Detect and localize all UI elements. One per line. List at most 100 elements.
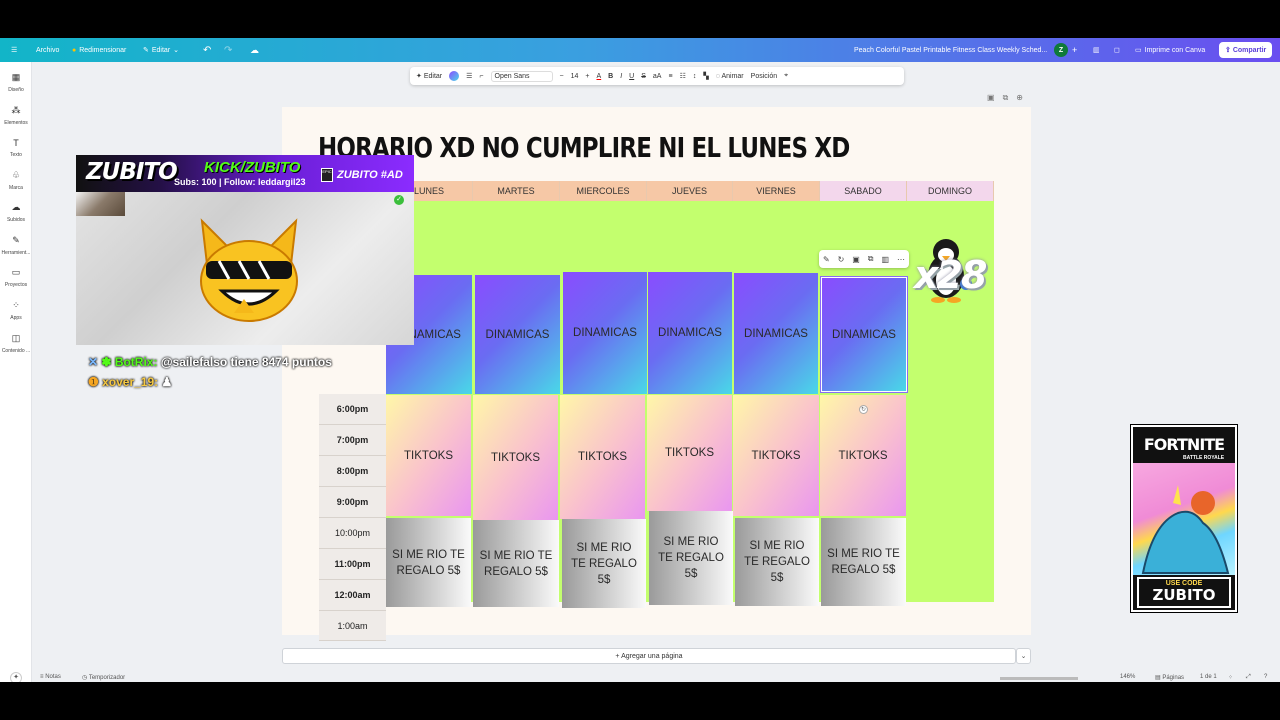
- strikethrough-icon[interactable]: S: [641, 73, 646, 80]
- font-select[interactable]: Open Sans: [490, 70, 553, 82]
- list-icon[interactable]: ☷: [680, 72, 686, 80]
- duplicate-icon[interactable]: ⧉: [1003, 93, 1009, 103]
- avatar-initial: Z: [1054, 43, 1068, 57]
- rail-design[interactable]: ▦ Diseño: [0, 72, 32, 93]
- rotate-handle-icon[interactable]: ↻: [859, 405, 868, 414]
- rail-apps[interactable]: ⁘ Apps: [0, 300, 32, 321]
- help-icon[interactable]: ?: [1264, 674, 1267, 680]
- paint-format-icon[interactable]: ⌖: [784, 72, 788, 80]
- block-dinamicas[interactable]: DINAMICAS: [563, 272, 647, 394]
- case-icon[interactable]: aA: [653, 73, 662, 80]
- block-tiktoks[interactable]: TIKTOKS: [560, 395, 645, 519]
- bold-icon[interactable]: B: [608, 73, 613, 80]
- time-label[interactable]: 9:00pm: [319, 487, 386, 518]
- more-icon[interactable]: ⋯: [897, 255, 905, 264]
- rotate-icon[interactable]: ↻: [838, 255, 845, 264]
- day-header-martes[interactable]: MARTES: [473, 181, 560, 201]
- rail-content[interactable]: ◫ Contenido ...: [0, 333, 32, 354]
- redo-icon[interactable]: ↷: [224, 38, 232, 62]
- block-si-me-rio[interactable]: SI ME RIO TE REGALO 5$: [386, 518, 471, 607]
- rail-brand[interactable]: ♧ Marca: [0, 170, 32, 191]
- lock-icon[interactable]: ▣: [852, 255, 860, 264]
- time-label[interactable]: 6:00pm: [319, 394, 386, 425]
- analytics-icon[interactable]: ▥: [1093, 38, 1100, 62]
- undo-icon[interactable]: ↶: [203, 38, 211, 62]
- block-dinamicas[interactable]: DINAMICAS: [475, 275, 560, 394]
- lock-icon[interactable]: ▣: [987, 93, 995, 103]
- rail-text[interactable]: T Texto: [0, 138, 32, 158]
- zoom-slider[interactable]: [1000, 677, 1078, 680]
- rail-uploads[interactable]: ☁ Subidos: [0, 202, 32, 223]
- rail-elements[interactable]: ⁂ Elementos: [0, 105, 32, 126]
- share-button[interactable]: ⇪ Compartir: [1219, 38, 1273, 62]
- user-avatar[interactable]: Z: [1054, 38, 1068, 62]
- day-header-sabado[interactable]: SABADO: [820, 181, 907, 201]
- transparency-icon[interactable]: ▚: [703, 72, 708, 80]
- day-header-jueves[interactable]: JUEVES: [647, 181, 733, 201]
- document-title[interactable]: Peach Colorful Pastel Printable Fitness …: [854, 38, 1047, 62]
- edit-menu[interactable]: ✎ Editar ⌄: [143, 38, 179, 62]
- font-increase-icon[interactable]: +: [585, 73, 589, 80]
- zoom-level[interactable]: 146%: [1120, 674, 1135, 680]
- fullscreen-icon[interactable]: ⤢: [1246, 674, 1251, 681]
- corner-icon[interactable]: ⌐: [479, 73, 483, 80]
- day-header-miercoles[interactable]: MIERCOLES: [560, 181, 647, 201]
- grid-view-icon[interactable]: ⁘: [1228, 674, 1233, 681]
- menu-file[interactable]: Archivo: [36, 38, 59, 62]
- add-page-button[interactable]: + Agregar una página: [282, 648, 1016, 664]
- notes-button[interactable]: ≡ Notas: [40, 674, 61, 680]
- add-collaborator-icon[interactable]: +: [1072, 38, 1077, 62]
- hamburger-icon[interactable]: ☰: [11, 38, 17, 62]
- position-button[interactable]: Posición: [751, 73, 777, 80]
- rail-tools[interactable]: ✎ Herramient...: [0, 235, 32, 256]
- day-header-domingo[interactable]: DOMINGO: [907, 181, 994, 201]
- block-si-me-rio[interactable]: SI ME RIO TE REGALO 5$: [473, 520, 559, 607]
- block-dinamicas[interactable]: DINAMICAS: [648, 272, 732, 394]
- time-label[interactable]: 1:00am: [319, 611, 386, 641]
- time-label[interactable]: 7:00pm: [319, 425, 386, 456]
- time-label[interactable]: 10:00pm: [319, 518, 386, 549]
- time-label[interactable]: 8:00pm: [319, 456, 386, 487]
- font-decrease-icon[interactable]: −: [560, 73, 564, 80]
- block-dinamicas[interactable]: DINAMICAS: [734, 273, 818, 394]
- time-label[interactable]: 12:00am: [319, 580, 386, 611]
- trash-icon[interactable]: ▥: [881, 255, 889, 264]
- ai-edit-icon[interactable]: ✎: [823, 255, 830, 264]
- block-si-me-rio[interactable]: SI ME RIO TE REGALO 5$: [735, 518, 819, 606]
- print-button[interactable]: ▭ Imprime con Canva: [1135, 38, 1205, 62]
- spacing-icon[interactable]: ↕: [693, 73, 697, 80]
- magic-assistant-icon[interactable]: ✦: [10, 672, 22, 682]
- toolbar-edit[interactable]: ✦ Editar: [416, 72, 442, 80]
- time-label[interactable]: 11:00pm: [319, 549, 386, 580]
- block-si-me-rio[interactable]: SI ME RIO TE REGALO 5$: [649, 511, 733, 605]
- block-dinamicas-selected[interactable]: DINAMICAS: [821, 277, 907, 392]
- italic-icon[interactable]: I: [620, 73, 622, 80]
- block-tiktoks[interactable]: TIKTOKS: [647, 395, 732, 511]
- underline-icon[interactable]: U: [629, 73, 634, 80]
- align-icon[interactable]: ≡: [668, 73, 672, 80]
- text-color-icon[interactable]: A: [596, 73, 601, 80]
- page-counter: 1 de 1: [1200, 674, 1217, 680]
- copy-icon[interactable]: ⧉: [868, 254, 874, 264]
- resize-button[interactable]: ● Redimensionar: [72, 38, 126, 62]
- border-style-icon[interactable]: ☰: [466, 72, 472, 80]
- cloud-save-icon[interactable]: ☁: [250, 38, 259, 62]
- animate-icon: ◌: [715, 72, 720, 80]
- stream-banner: ZUBITO KICK/ZUBITO Subs: 100 | Follow: l…: [76, 155, 414, 192]
- rail-projects[interactable]: ▭ Proyectos: [0, 267, 32, 288]
- block-tiktoks[interactable]: TIKTOKS: [386, 395, 471, 516]
- pages-button[interactable]: ▤ Páginas: [1155, 674, 1184, 681]
- block-tiktoks[interactable]: TIKTOKS: [733, 395, 819, 516]
- color-swatch[interactable]: [449, 71, 460, 81]
- animate-button[interactable]: ◌ Animar: [716, 73, 744, 80]
- add-icon[interactable]: ⊕: [1016, 93, 1023, 103]
- timer-button[interactable]: ◷ Temporizador: [82, 674, 125, 681]
- block-tiktoks[interactable]: TIKTOKS: [473, 395, 558, 520]
- chevron-down-icon[interactable]: ⌄: [1016, 648, 1031, 664]
- font-size-input[interactable]: 14: [571, 73, 579, 80]
- day-header-viernes[interactable]: VIERNES: [733, 181, 820, 201]
- block-si-me-rio[interactable]: SI ME RIO TE REGALO 5$: [562, 519, 646, 608]
- block-si-me-rio[interactable]: SI ME RIO TE REGALO 5$: [821, 518, 906, 606]
- comment-icon[interactable]: ◻: [1114, 38, 1120, 62]
- brand-icon: ♧: [11, 170, 21, 180]
